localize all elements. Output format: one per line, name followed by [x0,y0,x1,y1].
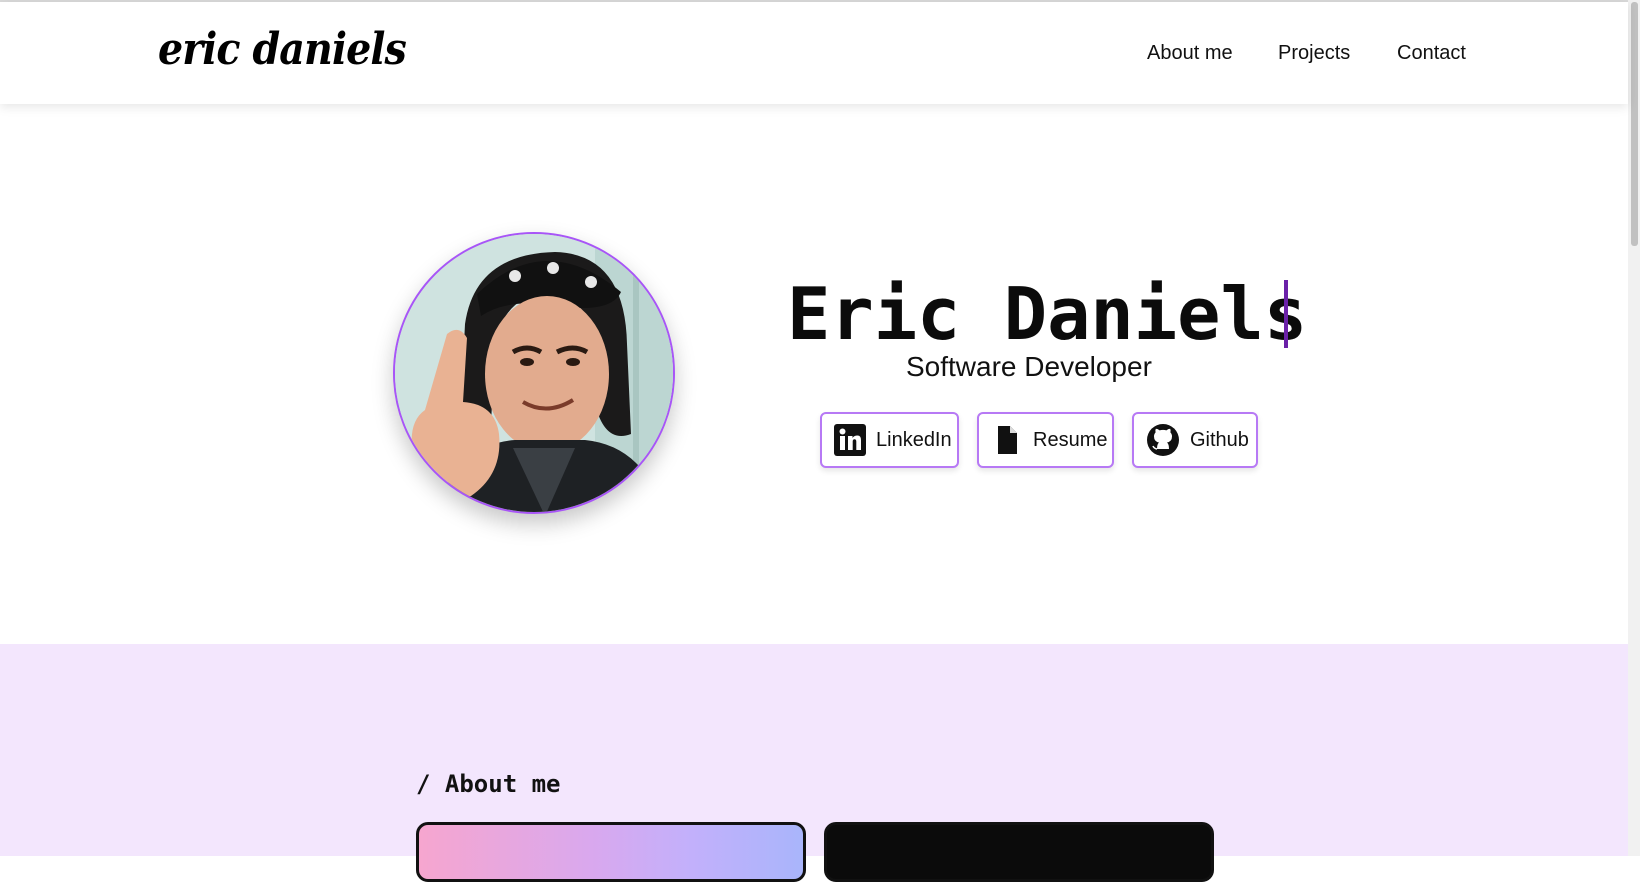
nav-about-me[interactable]: About me [1147,42,1233,65]
about-title: / About me [416,770,561,798]
linkedin-label: LinkedIn [876,428,952,451]
document-icon [998,426,1017,454]
nav-contact[interactable]: Contact [1397,42,1466,65]
hero-section [0,104,1628,644]
hero-role-text: Software Developer [906,351,1152,382]
avatar [393,232,675,514]
nav-projects[interactable]: Projects [1278,42,1350,65]
top-navbar: eric daniels About me Projects Contact [0,2,1628,104]
hero-name: Eric Daniels [787,272,1308,356]
about-section: / About me [0,644,1628,882]
linkedin-button[interactable]: LinkedIn [820,412,959,468]
github-icon [1147,424,1179,456]
typing-caret [1284,280,1288,348]
resume-button[interactable]: Resume [977,412,1114,468]
github-label: Github [1190,428,1249,451]
resume-label: Resume [1033,428,1108,451]
about-card-gradient [416,822,806,882]
github-button[interactable]: Github [1132,412,1258,468]
site-logo[interactable]: eric daniels [158,20,407,80]
linkedin-icon [834,424,866,456]
scrollbar-thumb[interactable] [1631,2,1638,246]
profile-photo [395,234,673,512]
about-card-dark [824,822,1214,882]
